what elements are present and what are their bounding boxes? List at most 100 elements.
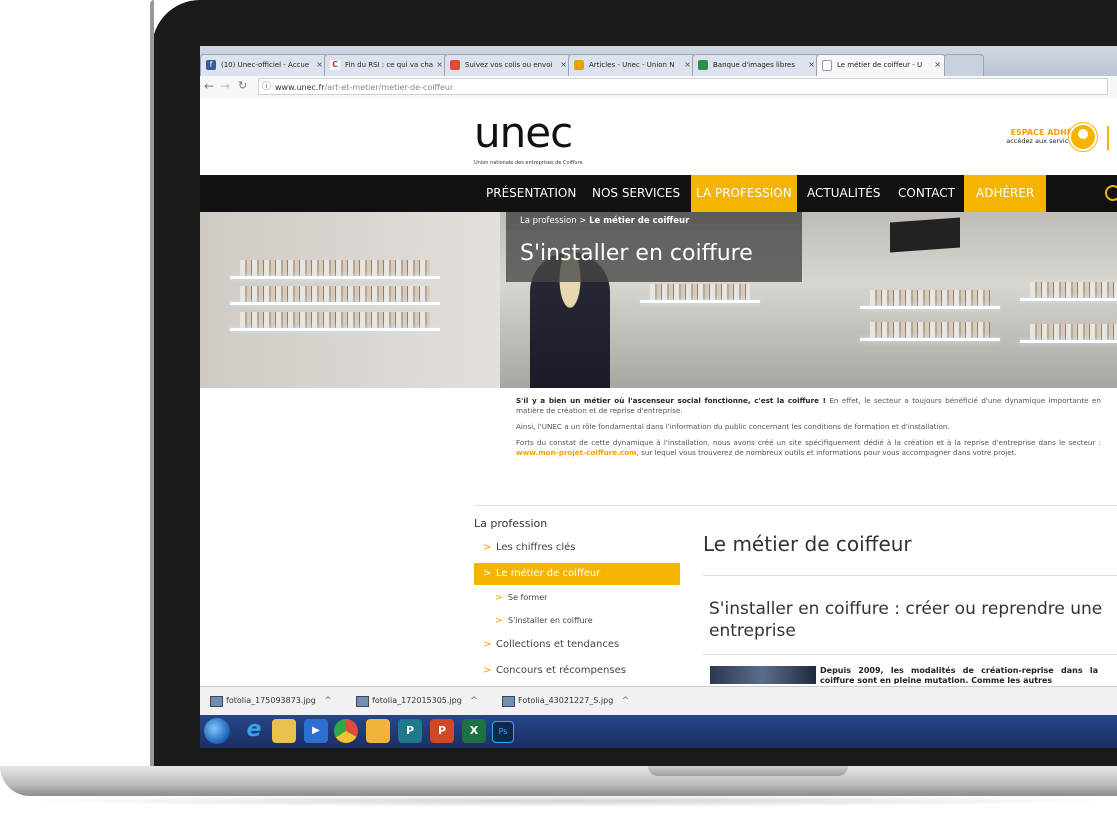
product-bottles	[240, 260, 430, 276]
shelf	[1020, 298, 1117, 301]
browser-tab-bar: f (10) Unec-officiel - Accue × C Fin du …	[200, 46, 1117, 76]
shelf	[1020, 340, 1117, 343]
info-icon[interactable]: ⓘ	[262, 79, 271, 96]
logo-tagline: Union nationale des entreprises de Coiff…	[474, 160, 583, 166]
product-bottles	[870, 290, 990, 306]
download-item[interactable]: Fotolia_43021227_S.jpg ^	[500, 687, 629, 715]
image-file-icon	[502, 696, 515, 707]
divider	[703, 575, 1117, 576]
chevron-up-icon[interactable]: ^	[622, 687, 630, 715]
product-bottles	[240, 286, 430, 302]
powerpoint-icon[interactable]: P	[430, 719, 454, 743]
chevron-right-icon: >	[495, 616, 503, 626]
url-input[interactable]: ⓘ www.unec.fr/art-et-metier/metier-de-co…	[258, 78, 1108, 95]
product-bottles	[240, 312, 430, 328]
image-file-icon	[210, 696, 223, 707]
shelf	[230, 276, 440, 279]
site-header: unec Union nationale des entreprises de …	[200, 98, 1117, 175]
menu-item-actualites[interactable]: ACTUALITÉS	[803, 175, 884, 212]
image-file-icon	[356, 696, 369, 707]
sidebar-item-se-former[interactable]: > Se former	[474, 587, 680, 609]
browser-tab[interactable]: Suivez vos colis ou envoi ×	[444, 54, 572, 76]
menu-item-services[interactable]: NOS SERVICES	[588, 175, 684, 212]
file-explorer-icon[interactable]	[272, 719, 296, 743]
downloads-bar: fotolia_175093873.jpg ^ fotolia_172015305…	[200, 686, 1117, 715]
close-tab-icon[interactable]: ×	[560, 55, 567, 75]
url-domain: www.unec.fr	[275, 83, 325, 92]
laptop-shadow	[20, 795, 1117, 807]
chevron-right-icon: >	[495, 593, 503, 603]
menu-toggle-icon[interactable]	[1107, 126, 1109, 150]
reload-icon[interactable]: ↻	[238, 79, 247, 92]
download-item[interactable]: fotolia_172015305.jpg ^	[354, 687, 478, 715]
browser-tab[interactable]: f (10) Unec-officiel - Accue ×	[200, 54, 328, 76]
divider	[474, 505, 1117, 506]
shelf	[640, 300, 760, 303]
forward-arrow-icon[interactable]: →	[220, 79, 230, 93]
article-thumbnail[interactable]	[710, 666, 816, 684]
parcel-icon	[450, 60, 460, 70]
breadcrumb-parent[interactable]: La profession	[520, 216, 577, 226]
url-path: /art-et-metier/metier-de-coiffeur	[324, 83, 454, 92]
user-avatar-icon[interactable]	[1069, 123, 1097, 151]
browser-tab[interactable]: Banque d'images libres ×	[692, 54, 820, 76]
excel-icon[interactable]: X	[462, 719, 486, 743]
close-tab-icon[interactable]: ×	[934, 55, 941, 75]
sidebar-item-installer[interactable]: > S'installer en coiffure	[474, 610, 680, 632]
menu-item-adherer[interactable]: ADHÉRER	[964, 175, 1047, 212]
shelf	[230, 302, 440, 305]
close-tab-icon[interactable]: ×	[808, 55, 815, 75]
unec-logo[interactable]: unec	[474, 108, 573, 157]
product-bottles	[870, 322, 990, 338]
close-tab-icon[interactable]: ×	[436, 55, 443, 75]
sidebar-title: La profession	[474, 517, 548, 530]
laptop-base	[0, 766, 1117, 796]
menu-item-contact[interactable]: CONTACT	[894, 175, 959, 212]
hero-title: S'installer en coiffure	[506, 230, 802, 282]
photoshop-icon[interactable]: Ps	[492, 721, 514, 743]
shelf	[860, 306, 1000, 309]
laptop-notch	[648, 766, 848, 776]
browser-tab[interactable]: Articles - Unec - Union N ×	[568, 54, 696, 76]
chevron-right-icon: >	[483, 542, 492, 553]
chevron-up-icon[interactable]: ^	[324, 687, 332, 715]
windows-taskbar: e ▶ P P X Ps	[200, 715, 1117, 748]
close-tab-icon[interactable]: ×	[684, 55, 691, 75]
back-arrow-icon[interactable]: ←	[204, 79, 214, 93]
product-bottles	[1030, 324, 1117, 340]
breadcrumb-current: Le métier de coiffeur	[589, 216, 690, 226]
menu-item-profession[interactable]: LA PROFESSION	[691, 175, 797, 212]
intro-text: S'il y a bien un métier où l'ascenseur s…	[516, 396, 1101, 457]
browser-tab[interactable]: C Fin du RSI : ce qui va cha ×	[324, 54, 448, 76]
sidebar-item-concours[interactable]: > Concours et récompenses	[474, 660, 680, 682]
page-title: Le métier de coiffeur	[703, 532, 912, 556]
product-bottles	[1030, 282, 1117, 298]
menu-item-presentation[interactable]: PRÉSENTATION	[482, 175, 580, 212]
folder-icon[interactable]	[366, 719, 390, 743]
chevron-right-icon: >	[483, 639, 492, 650]
browser-tab-active[interactable]: Le métier de coiffeur - U ×	[816, 54, 946, 76]
chrome-icon[interactable]	[334, 719, 358, 743]
chevron-up-icon[interactable]: ^	[470, 687, 478, 715]
download-item[interactable]: fotolia_175093873.jpg ^	[208, 687, 332, 715]
close-tab-icon[interactable]: ×	[316, 55, 323, 75]
new-tab-button[interactable]	[944, 54, 984, 76]
article-excerpt: Depuis 2009, les modalités de création-r…	[820, 666, 1098, 684]
internet-explorer-icon[interactable]: e	[242, 719, 266, 743]
main-menu: PRÉSENTATION NOS SERVICES LA PROFESSION …	[200, 175, 1117, 212]
intro-paragraph: Ainsi, l'UNEC a un rôle fondamental dans…	[516, 422, 950, 431]
wall-tv	[890, 217, 960, 253]
start-button-icon[interactable]	[204, 718, 230, 744]
breadcrumb: La profession > Le métier de coiffeur	[506, 212, 802, 230]
intro-lead: S'il y a bien un métier où l'ascenseur s…	[516, 396, 826, 405]
mon-projet-coiffure-link[interactable]: www.mon-projet-coiffure.com	[516, 448, 637, 457]
grid-icon	[574, 60, 584, 70]
publisher-icon[interactable]: P	[398, 719, 422, 743]
media-player-icon[interactable]: ▶	[304, 719, 328, 743]
address-bar: ← → ↻ ⓘ www.unec.fr/art-et-metier/metier…	[200, 76, 1117, 99]
search-icon[interactable]	[1105, 185, 1117, 201]
sidebar-item-collections[interactable]: > Collections et tendances	[474, 634, 680, 656]
sidebar-item-chiffres-cles[interactable]: > Les chiffres clés	[474, 537, 680, 559]
hero-banner: La profession > Le métier de coiffeur S'…	[200, 212, 1117, 388]
sidebar-item-metier-coiffeur[interactable]: > Le métier de coiffeur	[474, 563, 680, 585]
